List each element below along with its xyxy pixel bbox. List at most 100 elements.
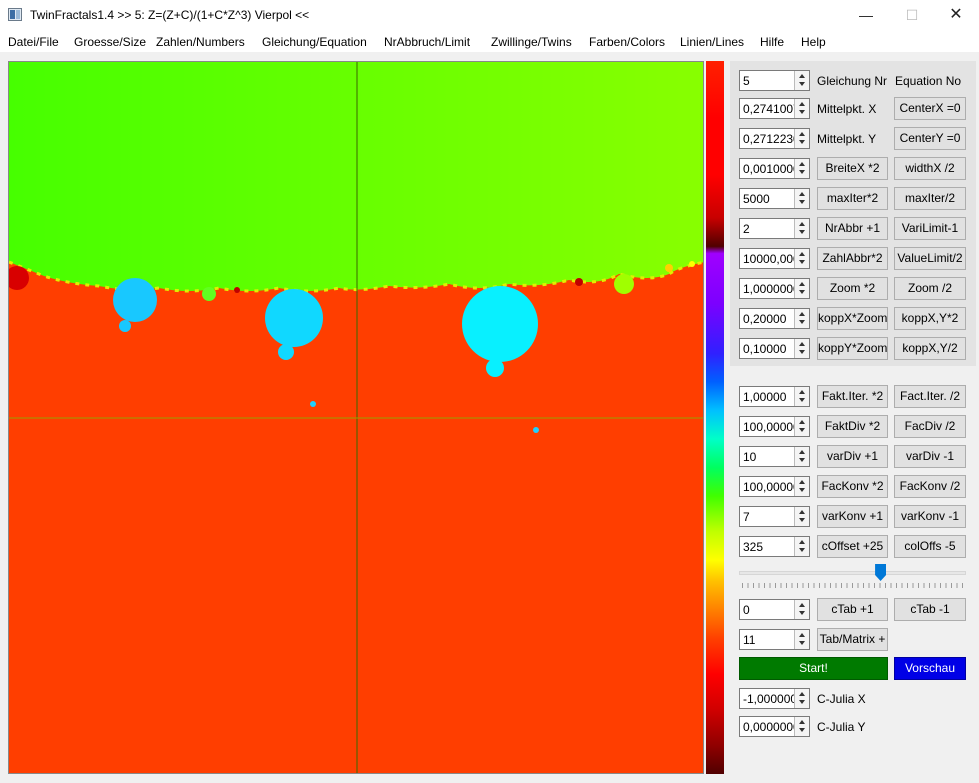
spin-arrows-icon[interactable]: [794, 689, 809, 708]
menu-nrabbruch-limit[interactable]: NrAbbruch/Limit: [384, 35, 470, 49]
equation-no-label: Equation No: [895, 74, 962, 88]
koppxy-div-2-button[interactable]: koppX,Y/2: [894, 337, 966, 360]
menu-gleichung-equation[interactable]: Gleichung/Equation: [262, 35, 367, 49]
menu-hilfe[interactable]: Hilfe: [760, 35, 784, 49]
spin-arrows-icon[interactable]: [794, 507, 809, 526]
zoom-div-2-button[interactable]: Zoom /2: [894, 277, 966, 300]
fac-konv-div-2-button[interactable]: FacKonv /2: [894, 475, 966, 498]
nrabbr-spinbox[interactable]: 2: [739, 218, 810, 239]
spin-arrows-icon[interactable]: [794, 477, 809, 496]
tab-matrix-value: 11: [743, 633, 756, 647]
koppy-spinbox[interactable]: 0,10000: [739, 338, 810, 359]
ctab-plus-1-button[interactable]: cTab +1: [817, 598, 888, 621]
c-julia-x-spinbox[interactable]: -1,0000000: [739, 688, 810, 709]
start-button[interactable]: Start!: [739, 657, 888, 680]
menu-datei-file[interactable]: Datei/File: [8, 35, 59, 49]
koppx-zoom-button[interactable]: koppX*Zoom: [817, 307, 888, 330]
center-y-spinbox[interactable]: 0,2712230: [739, 128, 810, 149]
c-offset-plus-25-button[interactable]: cOffset +25: [817, 535, 888, 558]
ctab-minus-1-button[interactable]: cTab -1: [894, 598, 966, 621]
c-julia-x-label: C-Julia X: [817, 692, 866, 706]
zahlabbr-times-2-button[interactable]: ZahlAbbr*2: [817, 247, 888, 270]
spin-arrows-icon[interactable]: [794, 417, 809, 436]
spin-arrows-icon[interactable]: [794, 219, 809, 238]
c-julia-y-spinbox[interactable]: 0,0000000: [739, 716, 810, 737]
spin-arrows-icon[interactable]: [794, 159, 809, 178]
maxiter-div-2-button[interactable]: maxIter/2: [894, 187, 966, 210]
koppxy-times-2-button[interactable]: koppX,Y*2: [894, 307, 966, 330]
spin-arrows-icon[interactable]: [794, 129, 809, 148]
var-div-minus-1-button[interactable]: varDiv -1: [894, 445, 966, 468]
title-bar: TwinFractals1.4 >> 5: Z=(Z+C)/(1+C*Z^3) …: [0, 0, 979, 31]
maxiter-spinbox[interactable]: 5000: [739, 188, 810, 209]
valuelimit-div-2-button[interactable]: ValueLimit/2: [894, 247, 966, 270]
zoom-times-2-button[interactable]: Zoom *2: [817, 277, 888, 300]
spin-arrows-icon[interactable]: [794, 71, 809, 90]
fakt-iter-times-2-button[interactable]: Fakt.Iter. *2: [817, 385, 888, 408]
ctab-spinbox[interactable]: 0: [739, 599, 810, 620]
color-offset-slider-track[interactable]: [739, 571, 966, 575]
width-spinbox[interactable]: 0,0010000: [739, 158, 810, 179]
equation-nr-spinbox[interactable]: 5: [739, 70, 810, 91]
close-button[interactable]: ✕: [933, 0, 979, 31]
fac-div-div-2-button[interactable]: FacDiv /2: [894, 415, 966, 438]
spin-arrows-icon[interactable]: [794, 339, 809, 358]
fact-iter-div-2-button[interactable]: Fact.Iter. /2: [894, 385, 966, 408]
menu-farben-colors[interactable]: Farben/Colors: [589, 35, 665, 49]
menu-help[interactable]: Help: [801, 35, 826, 49]
spin-arrows-icon[interactable]: [794, 189, 809, 208]
var-konv-minus-1-button[interactable]: varKonv -1: [894, 505, 966, 528]
width-times-2-button[interactable]: BreiteX *2: [817, 157, 888, 180]
vorschau-button[interactable]: Vorschau: [894, 657, 966, 680]
fakt-div-spinbox[interactable]: 100,00000: [739, 416, 810, 437]
var-konv-plus-1-button[interactable]: varKonv +1: [817, 505, 888, 528]
spin-arrows-icon[interactable]: [794, 309, 809, 328]
fractal-canvas[interactable]: [8, 61, 704, 774]
spin-arrows-icon[interactable]: [794, 447, 809, 466]
menu-groesse-size[interactable]: Groesse/Size: [74, 35, 146, 49]
koppy-zoom-button[interactable]: koppY*Zoom: [817, 337, 888, 360]
var-konv-spinbox[interactable]: 7: [739, 506, 810, 527]
var-div-plus-1-button[interactable]: varDiv +1: [817, 445, 888, 468]
koppy-value: 0,10000: [743, 342, 787, 356]
menu-zwillinge-twins[interactable]: Zwillinge/Twins: [491, 35, 572, 49]
spin-arrows-icon[interactable]: [794, 387, 809, 406]
equation-nr-value: 5: [743, 74, 750, 88]
koppx-spinbox[interactable]: 0,20000: [739, 308, 810, 329]
zoom-spinbox[interactable]: 1,0000000: [739, 278, 810, 299]
tab-matrix-spinbox[interactable]: 11: [739, 629, 810, 650]
maxiter-times-2-button[interactable]: maxIter*2: [817, 187, 888, 210]
maximize-button[interactable]: ☐: [889, 0, 935, 31]
window-title: TwinFractals1.4 >> 5: Z=(Z+C)/(1+C*Z^3) …: [30, 8, 310, 22]
center-x-value: 0,2741007: [743, 102, 795, 116]
fac-konv-spinbox[interactable]: 100,00000: [739, 476, 810, 497]
menu-linien-lines[interactable]: Linien/Lines: [680, 35, 744, 49]
varilimit-minus-1-button[interactable]: VariLimit-1: [894, 217, 966, 240]
nrabbr-plus-1-button[interactable]: NrAbbr +1: [817, 217, 888, 240]
center-y-zero-button[interactable]: CenterY =0: [894, 127, 966, 150]
spin-arrows-icon[interactable]: [794, 600, 809, 619]
minimize-button[interactable]: —: [843, 0, 889, 31]
fakt-iter-spinbox[interactable]: 1,00000: [739, 386, 810, 407]
spin-arrows-icon[interactable]: [794, 717, 809, 736]
center-x-spinbox[interactable]: 0,2741007: [739, 98, 810, 119]
spin-arrows-icon[interactable]: [794, 537, 809, 556]
fakt-div-times-2-button[interactable]: FaktDiv *2: [817, 415, 888, 438]
spin-arrows-icon[interactable]: [794, 249, 809, 268]
spin-arrows-icon[interactable]: [794, 630, 809, 649]
tab-matrix-plus-button[interactable]: Tab/Matrix +: [817, 628, 888, 651]
center-x-zero-button[interactable]: CenterX =0: [894, 97, 966, 120]
zahlabbr-spinbox[interactable]: 10000,000: [739, 248, 810, 269]
koppx-value: 0,20000: [743, 312, 787, 326]
var-div-value: 10: [743, 450, 757, 464]
width-div-2-button[interactable]: widthX /2: [894, 157, 966, 180]
equation-nr-label: Gleichung Nr: [817, 74, 888, 88]
col-offs-minus-5-button[interactable]: colOffs -5: [894, 535, 966, 558]
color-palette-bar: [706, 61, 724, 774]
fac-konv-times-2-button[interactable]: FacKonv *2: [817, 475, 888, 498]
var-div-spinbox[interactable]: 10: [739, 446, 810, 467]
spin-arrows-icon[interactable]: [794, 99, 809, 118]
menu-zahlen-numbers[interactable]: Zahlen/Numbers: [156, 35, 245, 49]
spin-arrows-icon[interactable]: [794, 279, 809, 298]
c-offset-spinbox[interactable]: 325: [739, 536, 810, 557]
